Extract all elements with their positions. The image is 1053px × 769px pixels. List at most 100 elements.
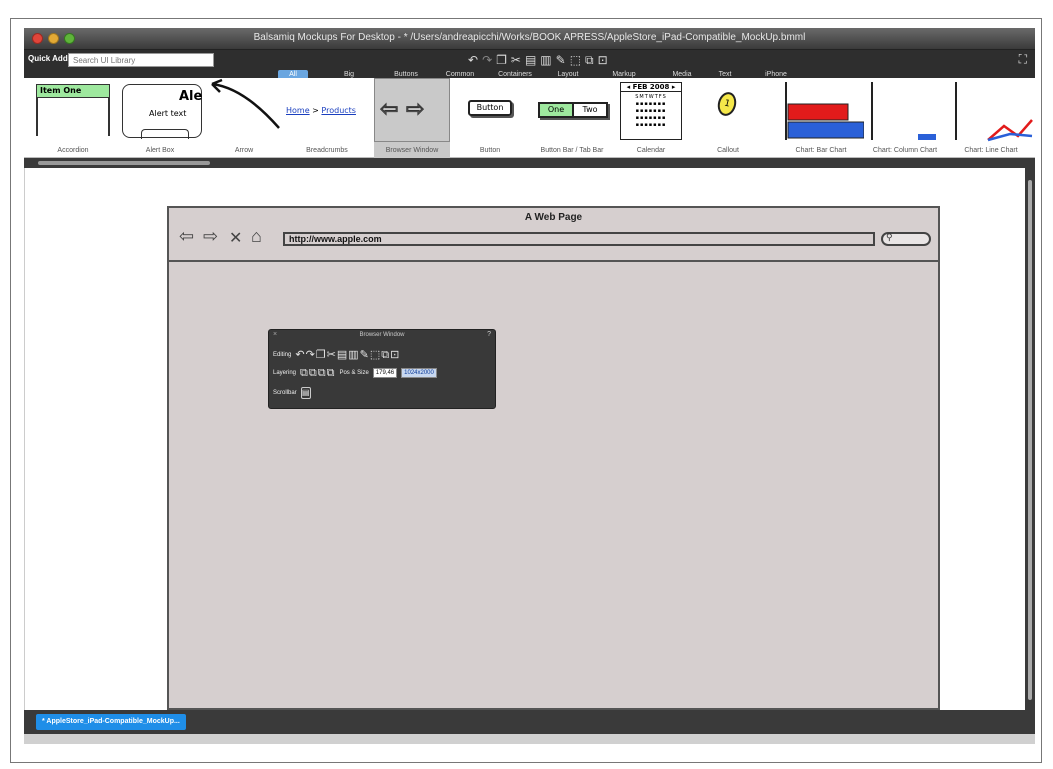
library-scrollbar[interactable] xyxy=(24,158,1035,168)
library-item-label: Chart: Line Chart xyxy=(964,147,1018,154)
mockup-canvas[interactable]: A Web Page ⇦ ⇨ ✕ ⌂ http://www.apple.com … xyxy=(24,168,1035,710)
window-titlebar: Balsamiq Mockups For Desktop - * /Users/… xyxy=(24,28,1035,50)
calendar-grid: SMTWTFS ▪▪▪▪▪▪▪ ▪▪▪▪▪▪▪ ▪▪▪▪▪▪▪ ▪▪▪▪▪▪▪ xyxy=(635,94,667,128)
library-item-label: Arrow xyxy=(234,147,254,154)
layering-icons[interactable]: ⧉⧉⧉⧉ xyxy=(300,367,335,380)
quick-add-search-input[interactable] xyxy=(68,53,214,67)
duplicate-icon[interactable]: ❐ xyxy=(496,52,507,68)
button-preview: Button xyxy=(468,100,512,116)
cut-icon[interactable]: ✂ xyxy=(511,52,521,68)
back-arrow-icon: ⇦ xyxy=(179,226,195,246)
undo-icon[interactable]: ↶ xyxy=(468,52,478,68)
quick-add-label: Quick Add: xyxy=(28,54,71,63)
editing-row: Editing ↶↷❐✂▤▥✎⬚⧉⊡ xyxy=(273,348,400,362)
browser-chrome: A Web Page ⇦ ⇨ ✕ ⌂ http://www.apple.com … xyxy=(169,208,938,262)
library-item-label: Breadcrumbs xyxy=(306,147,348,154)
canvas-scrollbar-thumb[interactable] xyxy=(1028,180,1032,700)
library-item-column-chart[interactable]: Chart: Column Chart xyxy=(864,78,946,158)
accordion-preview-border xyxy=(36,98,38,136)
category-tabs: All Big Buttons Common Containers Layout… xyxy=(24,70,1035,79)
library-item-label: Chart: Bar Chart xyxy=(795,147,847,154)
search-field: ⚲ xyxy=(881,232,931,246)
breadcrumbs-preview: Home > Products xyxy=(286,106,356,115)
paste-icon[interactable]: ▥ xyxy=(540,52,551,68)
inspector-title: Browser Window xyxy=(359,332,405,338)
library-item-label: Alert Box xyxy=(145,147,175,154)
button-bar-preview: One Two xyxy=(538,102,608,118)
scrollbar-toggle-icon[interactable]: ▤ xyxy=(300,387,311,399)
library-item-arrow[interactable]: Arrow xyxy=(204,78,284,158)
size-field[interactable]: 1024x2000 xyxy=(401,368,437,378)
url-field: http://www.apple.com xyxy=(283,232,875,246)
search-icon: ⚲ xyxy=(886,232,893,242)
window-title: Balsamiq Mockups For Desktop - * /Users/… xyxy=(253,32,806,43)
lock-icon[interactable]: ⊡ xyxy=(598,52,608,68)
group-icon[interactable]: ⬚ xyxy=(570,52,581,68)
canvas-vertical-scrollbar[interactable] xyxy=(1025,168,1035,710)
edit-toolbar: ↶ ↷ ❐ ✂ ▤ ▥ ✎ ⬚ ⧉ ⊡ xyxy=(468,52,608,68)
library-item-button[interactable]: Button Button xyxy=(460,78,520,158)
library-item-breadcrumbs[interactable]: Home > Products Breadcrumbs xyxy=(284,78,370,158)
ungroup-icon[interactable]: ⧉ xyxy=(585,52,594,68)
library-item-bar-chart[interactable]: Chart: Bar Chart xyxy=(778,78,865,158)
forward-arrow-icon: ⇨ xyxy=(203,226,219,246)
library-scrollbar-thumb[interactable] xyxy=(38,161,210,165)
fullscreen-icon[interactable]: ⛶ xyxy=(1019,52,1027,67)
alert-box-preview: Ale Alert text xyxy=(122,84,203,139)
library-item-label: Button xyxy=(479,147,501,154)
copy-icon[interactable]: ▤ xyxy=(525,52,536,68)
breadcrumb-separator: > xyxy=(312,106,319,115)
edit-icon[interactable]: ✎ xyxy=(556,52,566,68)
bar-chart-preview xyxy=(785,82,865,140)
library-item-label: Browser Window xyxy=(385,147,439,154)
library-item-line-chart[interactable]: Chart: Line Chart xyxy=(948,78,1034,158)
library-item-calendar[interactable]: ◂ FEB 2008 ▸ SMTWTFS ▪▪▪▪▪▪▪ ▪▪▪▪▪▪▪ ▪▪▪▪▪▪… xyxy=(614,78,688,158)
library-item-label: Callout xyxy=(717,147,739,154)
library-item-button-bar[interactable]: One Two Button Bar / Tab Bar xyxy=(524,78,620,158)
library-item-alert-box[interactable]: Ale Alert text Alert Box xyxy=(118,78,202,158)
back-arrow-icon: ⇦ xyxy=(379,96,399,122)
calendar-preview: ◂ FEB 2008 ▸ SMTWTFS ▪▪▪▪▪▪▪ ▪▪▪▪▪▪▪ ▪▪▪▪▪▪… xyxy=(620,82,682,140)
library-item-label: Chart: Column Chart xyxy=(872,147,938,154)
line-chart-preview xyxy=(955,82,1033,142)
button-bar-two: Two xyxy=(582,105,598,114)
component-library: Item One Accordion Ale Alert text Alert … xyxy=(24,78,1035,158)
callout-preview: 1 xyxy=(715,90,739,118)
library-item-browser-window[interactable]: ⇦ ⇨ Browser Window xyxy=(374,78,450,158)
document-tab[interactable]: * AppleStore_iPad-Compatible_MockUp... xyxy=(36,714,186,730)
scrollbar-row: Scrollbar ▤ xyxy=(273,386,311,400)
help-icon[interactable]: ? xyxy=(487,331,491,338)
document-tabbar: * AppleStore_iPad-Compatible_MockUp... xyxy=(24,710,1035,734)
scrollbar-label: Scrollbar xyxy=(273,390,297,396)
arrow-preview xyxy=(211,78,280,129)
ui-library-toolbar: Quick Add: ↶ ↷ ❐ ✂ ▤ ▥ ✎ ⬚ ⧉ ⊡ ⛶ xyxy=(24,50,1035,70)
editing-label: Editing xyxy=(273,352,292,358)
property-inspector[interactable]: × Browser Window ? Editing ↶↷❐✂▤▥✎⬚⧉⊡ La… xyxy=(268,329,496,409)
alert-box-preview-text: Alert text xyxy=(149,109,187,118)
browser-page-title: A Web Page xyxy=(524,212,583,223)
library-item-label: Calendar xyxy=(636,147,666,154)
forward-arrow-icon: ⇨ xyxy=(405,96,425,122)
layering-row: Layering ⧉⧉⧉⧉ Pos & Size 179,46 1024x200… xyxy=(273,366,437,380)
redo-icon[interactable]: ↷ xyxy=(482,52,492,68)
calendar-month-label: FEB 2008 xyxy=(632,83,670,91)
browser-window-mockup[interactable]: A Web Page ⇦ ⇨ ✕ ⌂ http://www.apple.com … xyxy=(167,206,940,710)
alert-box-preview-button xyxy=(141,129,189,139)
library-item-callout[interactable]: 1 Callout xyxy=(698,78,758,158)
breadcrumb-home: Home xyxy=(286,106,310,115)
alert-box-preview-title: Ale xyxy=(179,89,203,104)
column-chart-preview xyxy=(871,82,936,140)
editing-icons[interactable]: ↶↷❐✂▤▥✎⬚⧉⊡ xyxy=(295,348,400,362)
library-item-label: Accordion xyxy=(57,147,89,154)
status-bar xyxy=(24,734,1035,744)
library-item-accordion[interactable]: Item One Accordion xyxy=(32,78,114,158)
home-icon: ⌂ xyxy=(251,226,262,246)
position-field[interactable]: 179,46 xyxy=(372,368,398,378)
button-bar-one: One xyxy=(540,104,574,116)
layering-label: Layering xyxy=(273,370,297,376)
calendar-month: ◂ FEB 2008 ▸ xyxy=(621,83,681,92)
pos-size-label: Pos & Size xyxy=(339,370,369,376)
accordion-preview-border xyxy=(108,98,110,136)
stop-icon: ✕ xyxy=(229,230,243,247)
library-item-label: Button Bar / Tab Bar xyxy=(540,147,604,154)
